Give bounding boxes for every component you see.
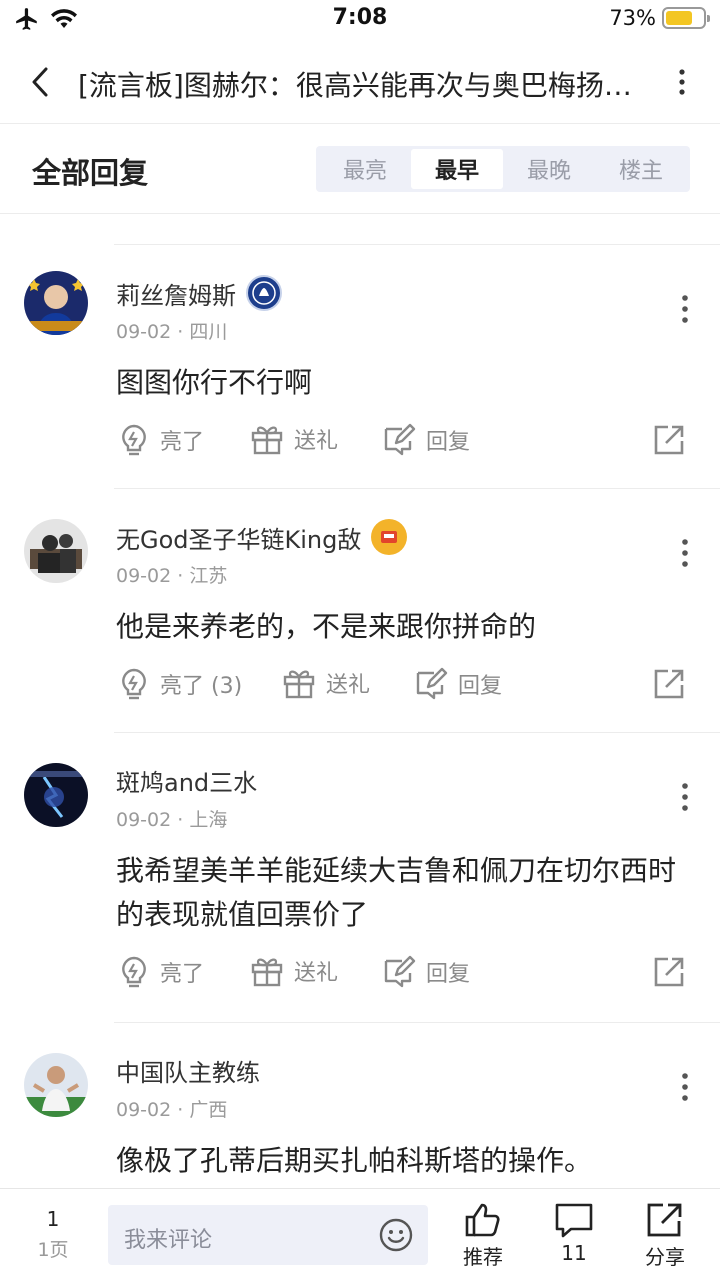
comment-bubble-icon xyxy=(555,1203,593,1238)
comment-more-button[interactable] xyxy=(670,1069,700,1105)
sort-tabs: 最亮 最早 最晚 楼主 xyxy=(316,146,690,192)
recommend-button[interactable]: 推荐 xyxy=(448,1201,518,1270)
share-comment-button[interactable] xyxy=(652,667,686,701)
comment-text: 他是来养老的，不是来跟你拼命的 xyxy=(116,610,537,643)
edit-reply-icon xyxy=(384,955,416,988)
page-current: 1 xyxy=(46,1207,60,1231)
comment-item: 斑鸠and三水 09-02 · 上海 我希望美羊羊能延续大吉鲁和佩刀在切尔西时的… xyxy=(24,732,720,1022)
comment-meta: 09-02 · 江苏 xyxy=(116,565,228,587)
level-badge-icon xyxy=(371,519,408,555)
gift-label: 送礼 xyxy=(294,429,339,454)
tab-earliest[interactable]: 最早 xyxy=(411,149,503,189)
comment-item: 无God圣子华链King敌 09-02 · 江苏 他是来养老的，不是来跟你拼命的… xyxy=(24,488,720,732)
comment-meta: 09-02 · 上海 xyxy=(116,809,228,831)
like-button[interactable]: 亮了 (3) xyxy=(118,667,242,701)
sort-header: 全部回复 最亮 最早 最晚 楼主 xyxy=(0,124,720,214)
lightbulb-icon xyxy=(122,424,146,456)
comment-count: 11 xyxy=(561,1241,587,1265)
reply-label: 回复 xyxy=(458,674,503,699)
more-vertical-icon xyxy=(682,539,688,567)
comments-button[interactable]: 11 xyxy=(539,1201,609,1265)
battery-icon xyxy=(662,7,710,29)
like-label: 亮了 xyxy=(160,430,205,455)
share-comment-button[interactable] xyxy=(652,423,686,457)
edit-reply-icon xyxy=(384,423,416,456)
avatar[interactable] xyxy=(24,519,88,583)
gift-label: 送礼 xyxy=(294,961,339,986)
lightbulb-icon xyxy=(122,668,146,700)
edit-reply-icon xyxy=(416,667,448,700)
share-label: 分享 xyxy=(645,1245,685,1269)
reply-button[interactable]: 回复 xyxy=(382,423,470,457)
comment-actions: 亮了 (3) 送礼 回复 xyxy=(114,667,714,707)
reply-label: 回复 xyxy=(426,962,471,987)
username[interactable]: 莉丝詹姆斯 xyxy=(116,276,236,311)
username[interactable]: 中国队主教练 xyxy=(116,1053,260,1088)
tab-op[interactable]: 楼主 xyxy=(595,149,687,189)
share-comment-button[interactable] xyxy=(652,955,686,989)
comment-actions: 亮了 送礼 回复 xyxy=(114,955,714,995)
avatar[interactable] xyxy=(24,763,88,827)
reply-button[interactable]: 回复 xyxy=(382,955,470,989)
comment-meta: 09-02 · 四川 xyxy=(116,321,228,343)
like-button[interactable]: 亮了 xyxy=(118,423,204,457)
gift-icon xyxy=(251,958,283,987)
gift-button[interactable]: 送礼 xyxy=(250,955,338,987)
lightbulb-icon xyxy=(122,956,146,988)
share-external-icon xyxy=(654,957,684,987)
recommend-label: 推荐 xyxy=(463,1245,503,1269)
comment-item: 中国队主教练 09-02 · 广西 像极了孔蒂后期买扎帕科斯塔的操作。 xyxy=(24,1022,720,1202)
like-label: 亮了 (3) xyxy=(160,674,243,699)
comment-text: 图图你行不行啊 xyxy=(116,366,313,399)
share-external-icon xyxy=(654,425,684,455)
comment-text: 我希望美羊羊能延续大吉鲁和佩刀在切尔西时的表现就值回票价了 xyxy=(116,854,677,931)
comment-meta: 09-02 · 广西 xyxy=(116,1099,228,1121)
tab-brightest[interactable]: 最亮 xyxy=(319,149,411,189)
gift-icon xyxy=(251,426,283,455)
title-bar: [流言板]图赫尔：很高兴能再次与奥巴梅扬合作 xyxy=(0,40,720,124)
more-vertical-icon xyxy=(682,783,688,811)
back-button[interactable] xyxy=(22,62,58,102)
username[interactable]: 斑鸠and三水 xyxy=(116,763,257,798)
avatar[interactable] xyxy=(24,1053,88,1117)
reply-label: 回复 xyxy=(426,430,471,455)
bottom-bar: 1 1页 我来评论 推荐 11 分享 xyxy=(0,1188,720,1280)
comment-text: 像极了孔蒂后期买扎帕科斯塔的操作。 xyxy=(116,1144,593,1177)
comment-more-button[interactable] xyxy=(670,535,700,571)
comment-actions: 亮了 送礼 回复 xyxy=(114,423,714,463)
reply-button[interactable]: 回复 xyxy=(414,667,502,701)
comment-more-button[interactable] xyxy=(670,779,700,815)
chevron-left-icon xyxy=(32,67,48,97)
comment-more-button[interactable] xyxy=(670,291,700,327)
gift-icon xyxy=(283,670,315,699)
share-external-icon xyxy=(654,669,684,699)
like-label: 亮了 xyxy=(160,962,205,987)
tab-latest[interactable]: 最晚 xyxy=(503,149,595,189)
comment-item: 莉丝詹姆斯 09-02 · 四川 图图你行不行啊 亮了 送礼 回复 xyxy=(24,244,720,488)
gift-button[interactable]: 送礼 xyxy=(250,423,338,455)
page-title: [流言板]图赫尔：很高兴能再次与奥巴梅扬合作 xyxy=(78,69,648,102)
like-button[interactable]: 亮了 xyxy=(118,955,204,989)
emoji-icon[interactable] xyxy=(378,1217,414,1257)
share-external-icon xyxy=(647,1203,682,1237)
avatar[interactable] xyxy=(24,271,88,335)
more-vertical-icon xyxy=(682,1073,688,1101)
battery-percent: 73% xyxy=(609,6,656,30)
more-options-button[interactable] xyxy=(666,66,698,98)
section-title: 全部回复 xyxy=(32,156,149,190)
page-total: 1页 xyxy=(37,1239,69,1261)
status-bar: 7:08 73% xyxy=(0,0,720,40)
comment-list: 莉丝詹姆斯 09-02 · 四川 图图你行不行啊 亮了 送礼 回复 无God圣子… xyxy=(0,244,720,1202)
page-indicator[interactable]: 1 1页 xyxy=(28,1207,78,1262)
gift-button[interactable]: 送礼 xyxy=(282,667,370,699)
share-button[interactable]: 分享 xyxy=(630,1201,700,1270)
username[interactable]: 无God圣子华链King敌 xyxy=(116,520,361,555)
comment-input[interactable]: 我来评论 xyxy=(108,1205,428,1265)
thumbs-up-icon xyxy=(465,1203,500,1237)
gift-label: 送礼 xyxy=(326,673,371,698)
more-vertical-icon xyxy=(682,295,688,323)
comment-input-placeholder: 我来评论 xyxy=(124,1228,213,1253)
more-vertical-icon xyxy=(679,69,685,95)
chelsea-badge-icon xyxy=(246,275,282,311)
